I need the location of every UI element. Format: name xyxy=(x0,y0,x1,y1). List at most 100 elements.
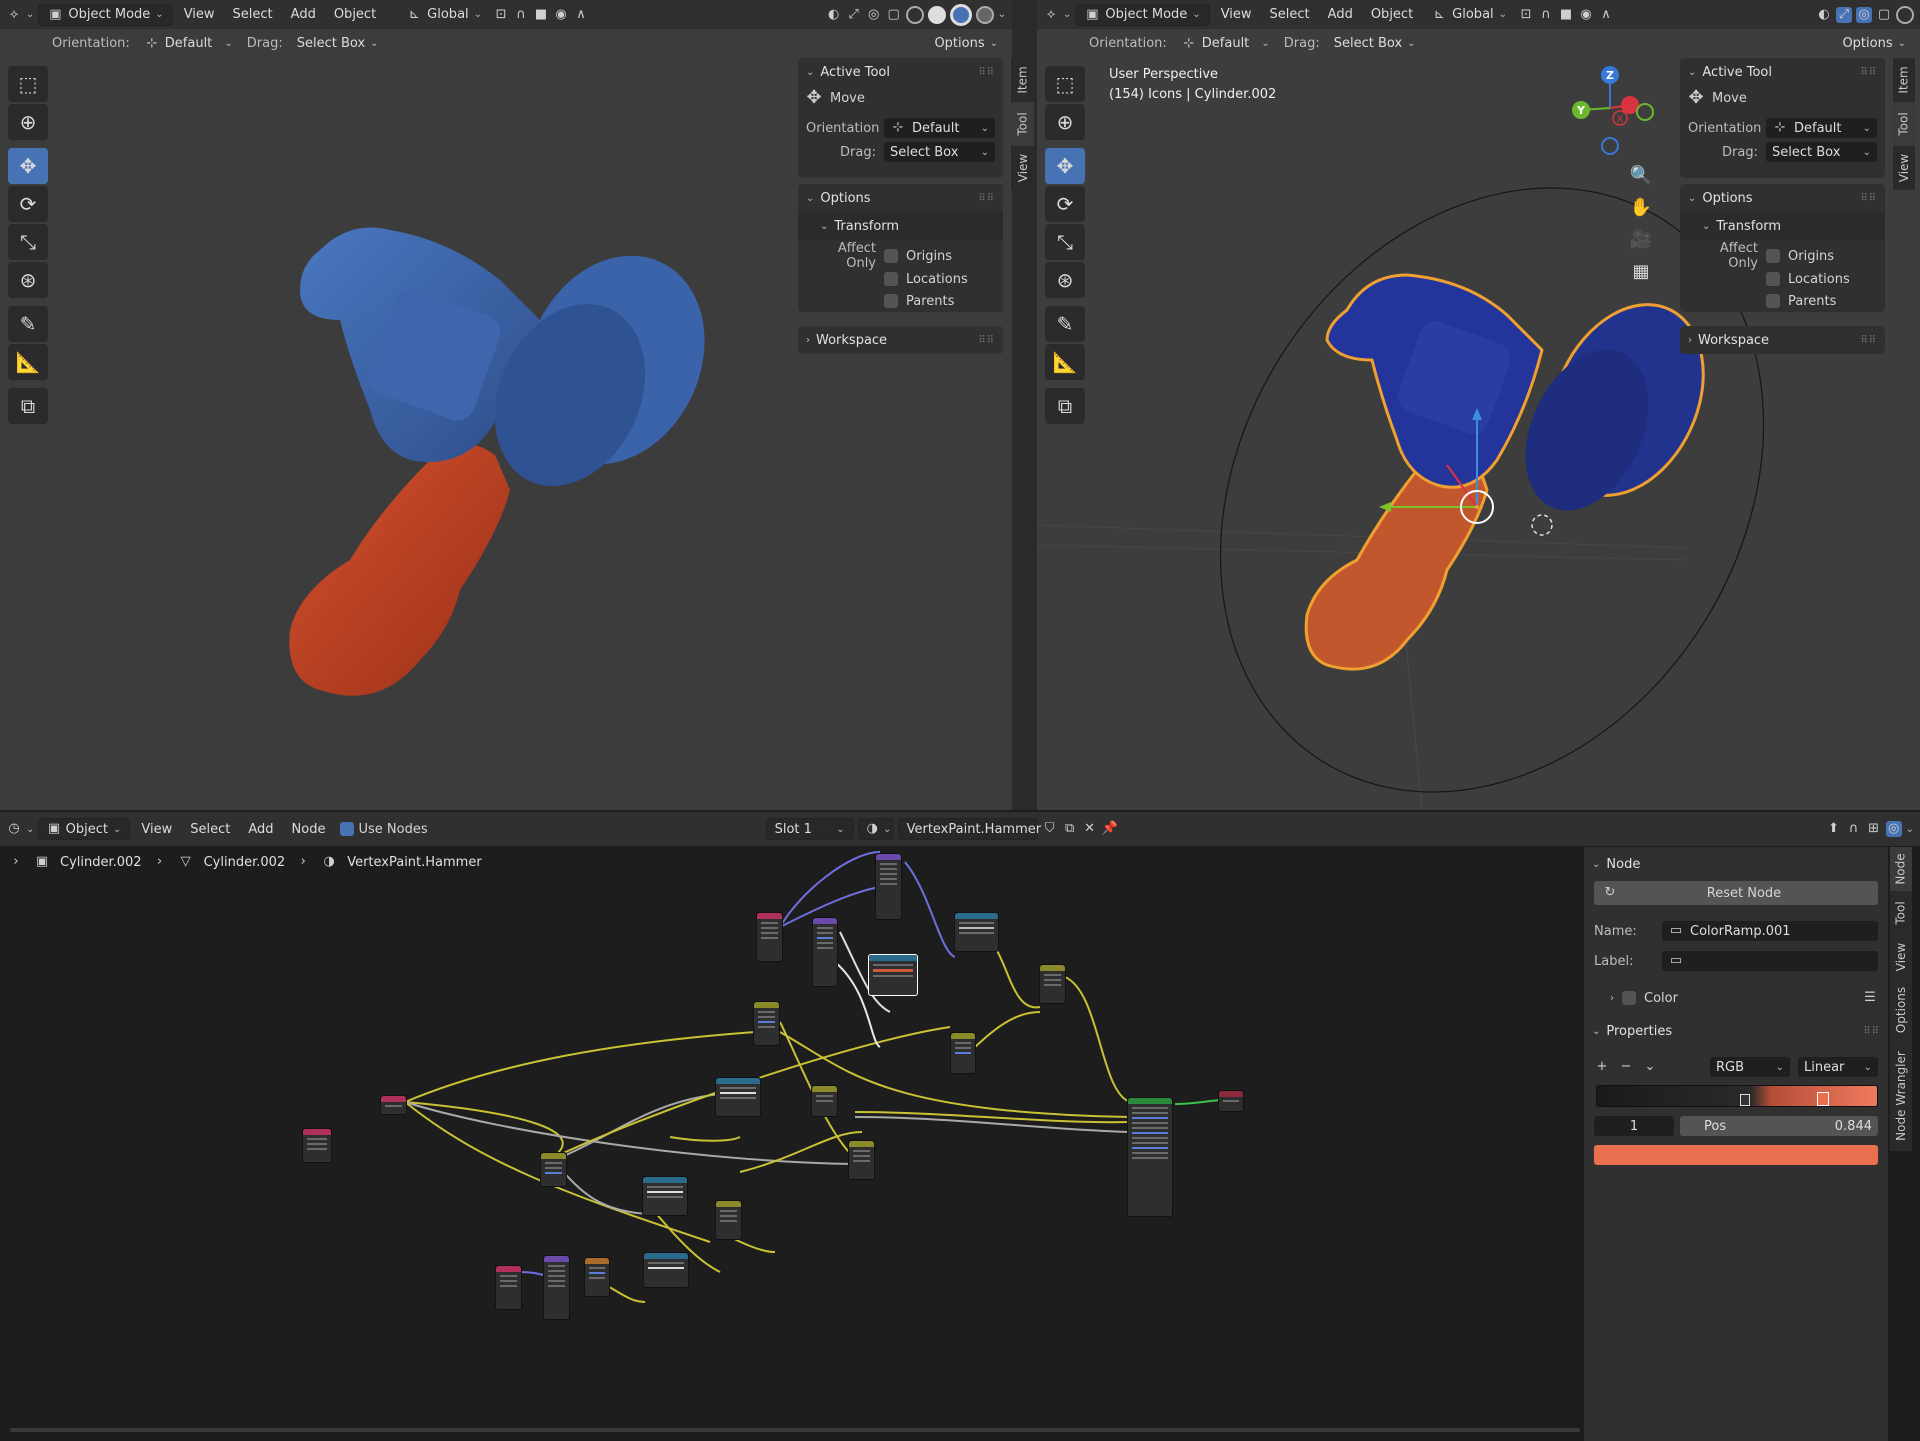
rotate-tool-icon[interactable]: ⟳ xyxy=(8,186,48,222)
measure-tool-icon[interactable]: 📐 xyxy=(8,344,48,380)
grip-icon[interactable]: ⠿⠿ xyxy=(1860,335,1877,346)
left-viewport[interactable]: ⟡ ⌄ ▣ Object Mode ⌄ View Select Add Object … xyxy=(0,0,1012,810)
options-dropdown[interactable]: Options ⌄ xyxy=(926,33,1006,55)
color-checkbox[interactable] xyxy=(1622,991,1636,1005)
origins-checkbox[interactable] xyxy=(1766,249,1780,263)
move-tool-icon[interactable]: ✥ xyxy=(8,148,48,184)
node-name-field[interactable]: ▭ ColorRamp.001 xyxy=(1662,921,1878,941)
tab-node[interactable]: Node xyxy=(1890,847,1912,891)
node-colorramp-mid[interactable] xyxy=(715,1077,761,1117)
transform-tool-icon[interactable]: ⊛ xyxy=(8,262,48,298)
node-panel-header[interactable]: ⌄ Node xyxy=(1584,847,1888,881)
drag-dropdown[interactable]: Select Box ⌄ xyxy=(289,33,387,55)
transform-header[interactable]: ⌄ Transform xyxy=(1680,212,1885,240)
right-viewport[interactable]: ⟡ ⌄ ▣ Object Mode ⌄ View Select Add Object … xyxy=(1037,0,1920,810)
visibility-icon[interactable]: ◐ xyxy=(826,7,842,23)
node-mix-low[interactable] xyxy=(715,1200,742,1240)
node-mapping[interactable] xyxy=(812,917,838,987)
tab-item[interactable]: Item xyxy=(1893,58,1915,102)
perspective-grid-icon[interactable]: ▦ xyxy=(1627,256,1655,286)
color-subpanel-header[interactable]: › Color ☰ xyxy=(1584,985,1888,1011)
stop-color-swatch[interactable] xyxy=(1594,1145,1878,1165)
origins-checkbox[interactable] xyxy=(884,249,898,263)
tab-tool[interactable]: Tool xyxy=(1890,891,1912,935)
wireframe-shading-icon[interactable] xyxy=(905,5,924,24)
hammer-model[interactable] xyxy=(260,210,740,730)
parent-node-tree-icon[interactable]: ⬆ xyxy=(1826,821,1842,837)
snap-icon[interactable]: ∩ xyxy=(513,7,529,23)
falloff-icon[interactable]: ∧ xyxy=(573,7,589,23)
node-colorramp-top[interactable] xyxy=(954,912,999,952)
snap-target-icon[interactable]: ■ xyxy=(533,7,549,23)
node-vector-math[interactable] xyxy=(875,853,902,920)
solid-shading-icon[interactable] xyxy=(927,5,946,24)
node-colorramp-selected[interactable] xyxy=(868,954,918,996)
cursor-tool-icon[interactable]: ⊕ xyxy=(8,104,48,140)
colorramp-stop-0[interactable] xyxy=(1740,1094,1750,1106)
colorramp-stop-1[interactable] xyxy=(1817,1092,1829,1106)
node-vertex-color-b[interactable] xyxy=(302,1128,332,1163)
node-math[interactable] xyxy=(584,1257,610,1297)
hammer-model-selected[interactable] xyxy=(1287,260,1737,680)
node-editor[interactable]: ◷ ⌄ ▣ Object ⌄ View Select Add Node Use Nod… xyxy=(0,812,1920,1441)
reset-node-button[interactable]: ↻ Reset Node xyxy=(1594,881,1878,905)
zoom-icon[interactable]: 🔍 xyxy=(1627,160,1655,190)
node-mix-center-right[interactable] xyxy=(848,1140,875,1180)
node-editor-scrollbar[interactable] xyxy=(10,1428,1580,1432)
snap-mode-icon[interactable]: ⊞ xyxy=(1866,821,1882,837)
pivot-icon[interactable]: ⊡ xyxy=(493,7,509,23)
node-mix-center[interactable] xyxy=(811,1085,838,1117)
menu-add[interactable]: Add xyxy=(284,4,323,26)
orientation-field[interactable]: ⊹ Default ⌄ xyxy=(884,118,995,138)
list-icon[interactable]: ☰ xyxy=(1862,990,1878,1006)
node-mix-mid[interactable] xyxy=(753,1001,780,1046)
grip-icon[interactable]: ⠿⠿ xyxy=(1860,193,1877,204)
node-output[interactable] xyxy=(1218,1090,1244,1112)
tab-tool[interactable]: Tool xyxy=(1893,102,1915,146)
active-tool-header[interactable]: ⌄ Active Tool ⠿⠿ xyxy=(1680,58,1885,86)
node-output-material[interactable] xyxy=(1127,1097,1173,1217)
node-mix-top[interactable] xyxy=(1039,964,1066,1004)
menu-object[interactable]: Object xyxy=(327,4,383,26)
menu-view[interactable]: View xyxy=(177,4,222,26)
add-cube-tool-icon[interactable]: ⧉ xyxy=(8,388,48,424)
locations-checkbox[interactable] xyxy=(1766,272,1780,286)
drag-field[interactable]: Select Box ⌄ xyxy=(884,142,995,162)
grip-icon[interactable]: ⠿⠿ xyxy=(1860,67,1877,78)
tab-view[interactable]: View xyxy=(1012,146,1034,190)
overlay-icon[interactable]: ◎ xyxy=(866,7,882,23)
editor-type-icon[interactable]: ⟡ xyxy=(6,7,22,23)
grip-icon[interactable]: ⠿⠿ xyxy=(978,335,995,346)
color-mode-dropdown[interactable]: RGB ⌄ xyxy=(1710,1057,1790,1077)
navigation-gizmo[interactable]: Z Y X xyxy=(1560,60,1660,160)
chevron-down-icon[interactable]: ⌄ xyxy=(1642,1059,1658,1075)
tab-item[interactable]: Item xyxy=(1012,58,1034,102)
xray-icon[interactable]: ▢ xyxy=(886,7,902,23)
add-stop-icon[interactable]: + xyxy=(1594,1059,1610,1075)
tab-options[interactable]: Options xyxy=(1890,979,1912,1041)
options-header[interactable]: ⌄ Options ⠿⠿ xyxy=(1680,184,1885,212)
locations-checkbox[interactable] xyxy=(884,272,898,286)
parents-checkbox[interactable] xyxy=(884,294,898,308)
drag-field[interactable]: Select Box ⌄ xyxy=(1766,142,1877,162)
orientation-dropdown[interactable]: ⊹ Default ⌄ xyxy=(136,33,241,55)
menu-select[interactable]: Select xyxy=(226,4,280,26)
snap-icon[interactable]: ∩ xyxy=(1846,821,1862,837)
node-geometry[interactable] xyxy=(756,912,783,962)
grip-icon[interactable]: ⠿⠿ xyxy=(978,67,995,78)
interpolation-dropdown[interactable]: Linear ⌄ xyxy=(1798,1057,1878,1077)
node-colorramp-low[interactable] xyxy=(642,1176,688,1216)
overlay-icon[interactable]: ◎ xyxy=(1885,821,1902,837)
options-header[interactable]: ⌄ Options ⠿⠿ xyxy=(798,184,1003,212)
stop-position-field[interactable]: Pos 0.844 xyxy=(1680,1116,1878,1136)
tab-tool[interactable]: Tool xyxy=(1012,102,1034,146)
node-mix-left[interactable] xyxy=(540,1152,567,1187)
tab-view[interactable]: View xyxy=(1893,146,1915,190)
workspace-header[interactable]: › Workspace ⠿⠿ xyxy=(798,326,1003,354)
properties-panel-header[interactable]: ⌄ Properties ⠿⠿ xyxy=(1584,1017,1888,1045)
remove-stop-icon[interactable]: − xyxy=(1618,1059,1634,1075)
scale-tool-icon[interactable]: ⤡ xyxy=(8,224,48,260)
tab-view[interactable]: View xyxy=(1890,935,1912,979)
mode-selector[interactable]: ▣ Object Mode ⌄ xyxy=(38,3,173,26)
workspace-header[interactable]: › Workspace ⠿⠿ xyxy=(1680,326,1885,354)
